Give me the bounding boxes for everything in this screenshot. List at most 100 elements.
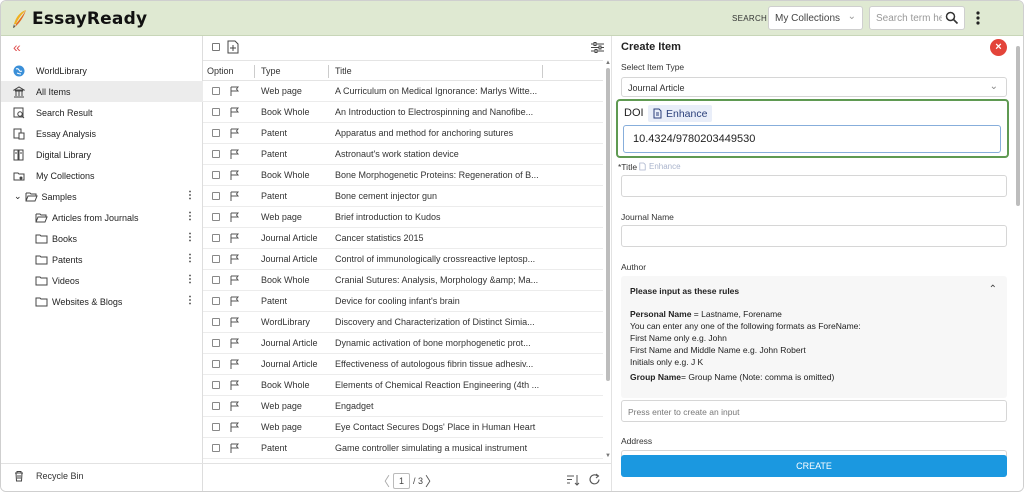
journal-name-input[interactable] — [621, 225, 1007, 247]
row-checkbox[interactable] — [212, 171, 220, 179]
row-checkbox[interactable] — [212, 192, 220, 200]
sidebar-subitem-books[interactable]: Books ⋮ — [1, 228, 203, 249]
more-menu-icon[interactable] — [973, 8, 983, 28]
app-logo[interactable]: EssayReady — [11, 9, 147, 29]
flag-icon[interactable] — [230, 212, 239, 222]
table-row[interactable]: Journal Article Dynamic activation of bon… — [203, 333, 603, 354]
filter-settings-icon[interactable] — [591, 42, 604, 53]
next-page-icon[interactable]: 〉 — [425, 471, 438, 490]
column-divider[interactable] — [542, 65, 543, 78]
table-row[interactable]: Web page Engadget — [203, 396, 603, 417]
table-row[interactable]: Patent Device for cooling infant's brain — [203, 291, 603, 312]
recycle-bin-item[interactable]: Recycle Bin — [13, 470, 84, 482]
list-scrollbar[interactable]: ▲ ▼ — [604, 60, 611, 460]
row-checkbox[interactable] — [212, 339, 220, 347]
sidebar-subitem-websites[interactable]: Websites & Blogs ⋮ — [1, 291, 203, 312]
column-option[interactable]: Option — [207, 66, 234, 76]
sidebar-item-essay-analysis[interactable]: Essay Analysis — [1, 123, 203, 144]
table-row[interactable]: Patent Apparatus and method for anchoring… — [203, 123, 603, 144]
table-row[interactable]: Book Whole Bone Morphogenetic Proteins: R… — [203, 165, 603, 186]
table-row[interactable]: Patent Bone cement injector gun — [203, 186, 603, 207]
row-checkbox[interactable] — [212, 255, 220, 263]
sidebar-item-worldlibrary[interactable]: WorldLibrary — [1, 60, 203, 81]
flag-icon[interactable] — [230, 275, 239, 285]
table-row[interactable]: Book Whole Elements of Chemical Reaction … — [203, 375, 603, 396]
chevron-up-icon[interactable]: ⌃ — [989, 284, 997, 295]
sidebar-item-search-result[interactable]: Search Result — [1, 102, 203, 123]
panel-scrollbar[interactable] — [1015, 38, 1021, 478]
flag-icon[interactable] — [230, 128, 239, 138]
scrollbar-thumb[interactable] — [1016, 46, 1020, 206]
flag-icon[interactable] — [230, 170, 239, 180]
scrollbar-thumb[interactable] — [606, 68, 610, 381]
flag-icon[interactable] — [230, 317, 239, 327]
flag-icon[interactable] — [230, 359, 239, 369]
create-button[interactable]: CREATE — [621, 455, 1007, 477]
more-options-icon[interactable]: ⋮ — [185, 274, 195, 285]
row-checkbox[interactable] — [212, 423, 220, 431]
flag-icon[interactable] — [230, 443, 239, 453]
row-checkbox[interactable] — [212, 213, 220, 221]
table-row[interactable]: Journal Article Cancer statistics 2015 — [203, 228, 603, 249]
row-checkbox[interactable] — [212, 108, 220, 116]
row-checkbox[interactable] — [212, 276, 220, 284]
table-row[interactable]: Journal Article Control of immunologicall… — [203, 249, 603, 270]
table-row[interactable]: Book Whole Cranial Sutures: Analysis, Mor… — [203, 270, 603, 291]
close-panel-button[interactable]: × — [990, 39, 1007, 56]
table-row[interactable]: Web page Eye Contact Secures Dogs' Place … — [203, 417, 603, 438]
more-options-icon[interactable]: ⋮ — [185, 211, 195, 222]
flag-icon[interactable] — [230, 296, 239, 306]
more-options-icon[interactable]: ⋮ — [185, 253, 195, 264]
page-number-input[interactable]: 1 — [393, 472, 411, 489]
sidebar-group-samples[interactable]: ⌄ Samples ⋮ — [1, 186, 203, 207]
sidebar-item-my-collections[interactable]: My Collections — [1, 165, 203, 186]
table-row[interactable]: Journal Article Effectiveness of autologo… — [203, 354, 603, 375]
flag-icon[interactable] — [230, 338, 239, 348]
chevron-down-icon[interactable]: ⌄ — [14, 191, 22, 202]
table-row[interactable]: Book Whole An Introduction to Electrospin… — [203, 102, 603, 123]
sidebar-subitem-articles[interactable]: Articles from Journals ⋮ — [1, 207, 203, 228]
table-row[interactable]: Web page Brief introduction to Kudos — [203, 207, 603, 228]
doi-enhance-button[interactable]: Enhance — [648, 105, 713, 122]
table-row[interactable]: WordLibrary Discovery and Characterizatio… — [203, 312, 603, 333]
row-checkbox[interactable] — [212, 150, 220, 158]
flag-icon[interactable] — [230, 149, 239, 159]
row-checkbox[interactable] — [212, 129, 220, 137]
more-options-icon[interactable]: ⋮ — [185, 295, 195, 306]
column-divider[interactable] — [254, 65, 255, 78]
row-checkbox[interactable] — [212, 381, 220, 389]
flag-icon[interactable] — [230, 107, 239, 117]
search-box[interactable] — [869, 6, 965, 30]
sidebar-item-all-items[interactable]: All Items — [1, 81, 203, 102]
row-checkbox[interactable] — [212, 444, 220, 452]
refresh-icon[interactable] — [588, 473, 601, 486]
search-input[interactable] — [870, 7, 942, 29]
row-checkbox[interactable] — [212, 402, 220, 410]
sidebar-subitem-patents[interactable]: Patents ⋮ — [1, 249, 203, 270]
row-checkbox[interactable] — [212, 360, 220, 368]
flag-icon[interactable] — [230, 233, 239, 243]
flag-icon[interactable] — [230, 401, 239, 411]
sidebar-subitem-videos[interactable]: Videos ⋮ — [1, 270, 203, 291]
row-checkbox[interactable] — [212, 318, 220, 326]
more-options-icon[interactable]: ⋮ — [185, 232, 195, 243]
table-row[interactable]: Web page A Curriculum on Medical Ignoranc… — [203, 81, 603, 102]
add-item-icon[interactable] — [227, 40, 239, 54]
table-row[interactable]: Patent Astronaut's work station device — [203, 144, 603, 165]
title-input[interactable] — [621, 175, 1007, 197]
column-divider[interactable] — [328, 65, 329, 78]
row-checkbox[interactable] — [212, 87, 220, 95]
table-row[interactable]: Patent Game controller simulating a music… — [203, 438, 603, 459]
flag-icon[interactable] — [230, 254, 239, 264]
doi-input[interactable]: 10.4324/9780203449530 — [623, 125, 1001, 153]
flag-icon[interactable] — [230, 191, 239, 201]
title-enhance-button[interactable]: Enhance — [639, 162, 681, 171]
row-checkbox[interactable] — [212, 297, 220, 305]
flag-icon[interactable] — [230, 86, 239, 96]
flag-icon[interactable] — [230, 380, 239, 390]
collection-select[interactable]: My Collections ⌄ — [768, 6, 863, 30]
search-icon[interactable] — [945, 11, 959, 25]
collapse-sidebar-icon[interactable]: « — [13, 39, 21, 55]
sidebar-item-digital-library[interactable]: Digital Library — [1, 144, 203, 165]
column-type[interactable]: Type — [261, 66, 281, 76]
